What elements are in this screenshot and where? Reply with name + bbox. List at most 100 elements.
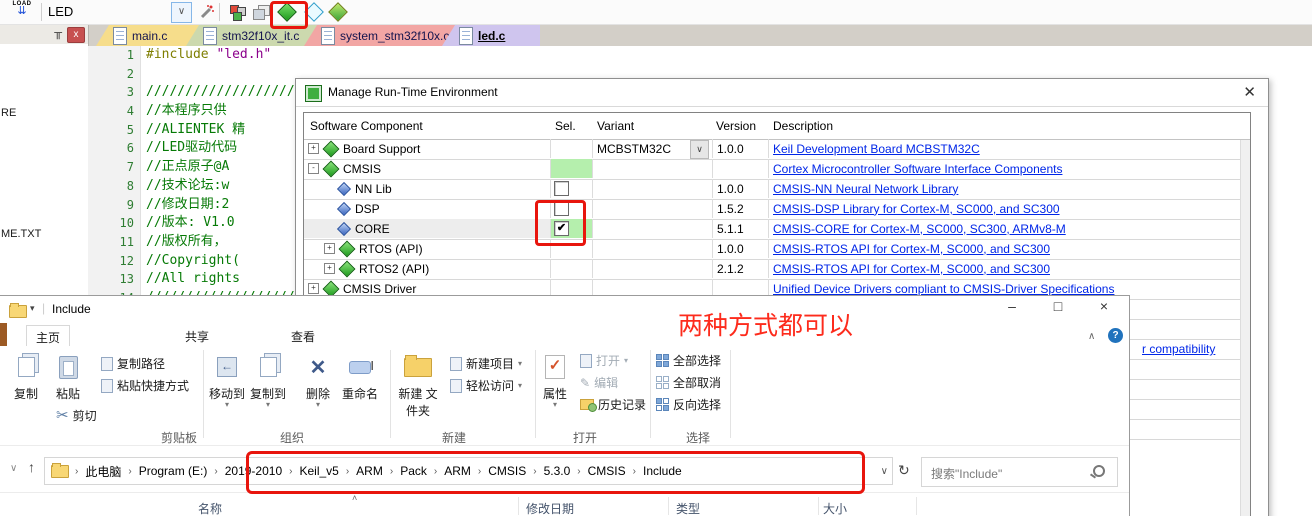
properties-button[interactable]: ✓ 属性 ▾ [537, 352, 573, 409]
windows-layout-icon[interactable] [250, 2, 272, 22]
description-link[interactable]: Keil Development Board MCBSTM32C [773, 142, 980, 156]
component-icon [336, 201, 352, 216]
ribbon-tab-share[interactable]: 共享 [176, 325, 218, 348]
code-line: //LED驱动代码 [146, 140, 238, 156]
table-row[interactable]: - CMSIS Cortex Microcontroller Software In… [304, 159, 1248, 180]
description-cell: CMSIS-RTOS API for Cortex-M, SC000, and … [768, 259, 1248, 278]
cut-button[interactable]: ✂ 剪切 [56, 406, 97, 424]
move-to-button[interactable]: ← 移动到 ▾ [205, 352, 249, 409]
component-label: CMSIS [343, 161, 382, 176]
code-line: ////////////////////// [146, 84, 319, 100]
description-cell: Cortex Microcontroller Software Interfac… [768, 159, 1248, 178]
minimize-icon[interactable]: – [1000, 298, 1024, 318]
breadcrumb-item[interactable]: 此电脑 [85, 463, 121, 480]
expand-icon[interactable]: + [324, 263, 335, 274]
paste-shortcut-button[interactable]: 粘贴快捷方式 [101, 377, 189, 394]
description-link-partial[interactable]: r compatibility [1142, 342, 1215, 356]
close-panel-icon[interactable]: x [67, 27, 85, 43]
description-link[interactable]: CMSIS-CORE for Cortex-M, SC000, SC300, A… [773, 222, 1066, 236]
description-link[interactable]: Cortex Microcontroller Software Interfac… [773, 162, 1062, 176]
copy-path-button[interactable]: 复制路径 [101, 355, 165, 372]
address-dropdown-icon[interactable]: ∨ [881, 466, 888, 477]
configure-target-icon[interactable] [226, 2, 248, 22]
column-separator[interactable] [916, 497, 917, 515]
column-type[interactable]: 类型 [676, 500, 700, 516]
checkbox-unchecked[interactable] [554, 181, 569, 196]
open-button[interactable]: 打开 ▾ [580, 352, 628, 369]
maximize-icon[interactable]: □ [1046, 298, 1070, 318]
description-link[interactable]: CMSIS-RTOS API for Cortex-M, SC000, and … [773, 262, 1050, 276]
dialog-titlebar[interactable]: Manage Run-Time Environment ✕ [296, 79, 1268, 107]
expand-icon[interactable]: + [308, 283, 319, 294]
recent-locations-icon[interactable]: ∨ [10, 463, 17, 474]
variant-dropdown-icon[interactable]: ∨ [690, 140, 709, 159]
version-cell: 1.0.0 [712, 239, 768, 258]
breadcrumb-item[interactable]: Program (E:) [139, 464, 208, 478]
table-row[interactable]: + Board Support MCBSTM32C ∨ 1.0.0 Keil Develo… [304, 139, 1248, 160]
load-button[interactable]: LOAD ⇊ [7, 1, 37, 23]
file-tab-partial[interactable] [0, 323, 7, 346]
history-button[interactable]: 历史记录 [580, 396, 646, 413]
ribbon-tab-view[interactable]: 查看 [282, 325, 324, 348]
column-separator[interactable] [668, 497, 669, 515]
easy-access-button[interactable]: 轻松访问 ▾ [450, 377, 522, 394]
column-name[interactable]: 名称 [198, 500, 222, 516]
options-for-target-icon[interactable] [196, 2, 218, 22]
open-icon [580, 353, 592, 368]
sel-cell [550, 259, 592, 278]
tab-led-c[interactable]: led.c [442, 25, 540, 46]
component-cell: + RTOS (API) [304, 239, 550, 258]
column-separator[interactable] [818, 497, 819, 515]
rename-button[interactable]: 重命名 [334, 352, 386, 402]
invert-selection-button[interactable]: 反向选择 [656, 396, 721, 413]
component-bundle-icon [322, 140, 340, 157]
expand-icon[interactable]: + [308, 143, 319, 154]
delete-icon: ✕ [309, 356, 327, 379]
edit-button[interactable]: ✎ 编辑 [580, 374, 618, 391]
line-number: 12 [119, 253, 134, 268]
table-row[interactable]: DSP 1.5.2 CMSIS-DSP Library for Cortex-M, … [304, 199, 1248, 220]
table-row[interactable]: + RTOS (API) 1.0.0 CMSIS-RTOS API for Corte… [304, 239, 1248, 260]
search-input[interactable]: 搜索"Include" [921, 457, 1118, 487]
new-folder-button[interactable]: 新建 文件夹 [394, 352, 442, 419]
up-icon[interactable]: ↑ [28, 459, 35, 475]
collapse-icon[interactable]: - [308, 163, 319, 174]
component-label: CMSIS Driver [343, 281, 417, 296]
component-icon [336, 221, 352, 236]
description-link[interactable]: CMSIS-RTOS API for Cortex-M, SC000, and … [773, 242, 1050, 256]
description-link[interactable]: CMSIS-NN Neural Network Library [773, 182, 958, 196]
column-date-modified[interactable]: 修改日期 [526, 500, 574, 516]
description-link[interactable]: CMSIS-DSP Library for Cortex-M, SC000, a… [773, 202, 1060, 216]
table-row[interactable]: CORE ✔ 5.1.1 CMSIS-CORE for Cortex-M, SC000… [304, 219, 1248, 240]
component-label: Board Support [343, 141, 421, 156]
copy-to-button[interactable]: 复制到 ▾ [246, 352, 290, 409]
refresh-icon[interactable]: ↻ [898, 462, 910, 479]
new-item-button[interactable]: 新建项目 ▾ [450, 355, 522, 372]
target-select[interactable]: LED [48, 4, 73, 19]
close-icon[interactable]: × [1092, 298, 1116, 318]
help-icon[interactable]: ? [1108, 328, 1123, 343]
expand-icon[interactable]: + [324, 243, 335, 254]
table-scrollbar[interactable] [1240, 140, 1250, 516]
select-all-button[interactable]: 全部选择 [656, 352, 721, 369]
properties-icon: ✓ [545, 355, 565, 379]
line-number: 2 [126, 66, 134, 81]
target-dropdown-icon[interactable]: ∨ [171, 2, 192, 23]
quick-access-dropdown-icon[interactable]: ▾ [30, 303, 35, 314]
dialog-close-icon[interactable]: ✕ [1243, 83, 1256, 101]
copy-button[interactable]: 复制 [4, 352, 48, 402]
select-none-button[interactable]: 全部取消 [656, 374, 721, 391]
table-row[interactable]: NN Lib 1.0.0 CMSIS-NN Neural Network Libra… [304, 179, 1248, 200]
pin-icon[interactable]: ╥ [54, 27, 62, 39]
description-link[interactable]: Unified Device Drivers compliant to CMSI… [773, 282, 1114, 296]
column-separator[interactable] [518, 497, 519, 515]
collapse-ribbon-icon[interactable]: ∧ [1088, 331, 1095, 342]
table-header: Software Component Sel. Variant Version … [304, 113, 1250, 140]
table-row[interactable]: + RTOS2 (API) 2.1.2 CMSIS-RTOS API for Cort… [304, 259, 1248, 280]
load-arrows-icon: ⇊ [17, 5, 27, 17]
paste-button[interactable]: 粘贴 [46, 352, 90, 402]
paste-icon [58, 355, 78, 379]
explorer-titlebar[interactable]: ▾ | Include – □ × [0, 296, 1129, 323]
column-size[interactable]: 大小 [823, 500, 847, 516]
pack-installer-icon[interactable] [327, 2, 349, 22]
